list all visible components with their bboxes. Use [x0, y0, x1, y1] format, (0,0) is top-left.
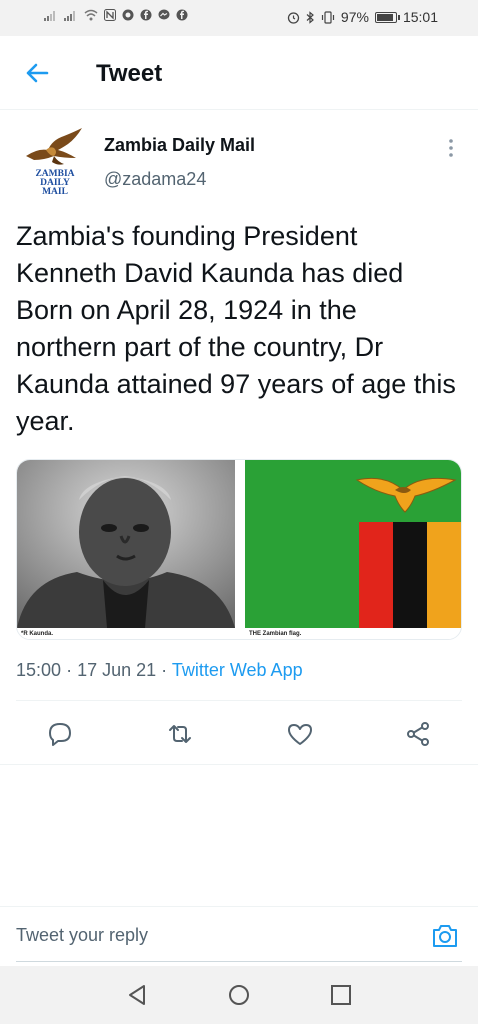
battery-percent: 97%: [340, 9, 369, 25]
home-circle-icon[interactable]: [226, 982, 252, 1008]
page-title: Tweet: [96, 60, 163, 87]
tweet-meta: 15:00 · 17 Jun 21 · Twitter Web App: [16, 660, 303, 681]
media-photo-portrait[interactable]: *R Kaunda.: [17, 460, 235, 639]
back-triangle-icon[interactable]: [124, 982, 150, 1008]
portrait-photo: [17, 460, 235, 628]
eagle-logo-icon: [26, 128, 82, 165]
media-caption: *R Kaunda.: [21, 631, 54, 637]
messenger-icon: [158, 9, 170, 20]
nfc-icon: [104, 9, 116, 21]
wifi-icon: [84, 9, 98, 21]
signal-icon: [64, 11, 75, 21]
system-nav-bar: [0, 966, 478, 1024]
tweet-source-link[interactable]: Twitter Web App: [172, 660, 303, 680]
signal-icon: [44, 11, 55, 21]
media-photo-flag[interactable]: THE Zambian flag.: [245, 460, 461, 639]
reply-input[interactable]: Tweet your reply: [16, 925, 396, 946]
meta-separator: ·: [66, 660, 73, 680]
zambia-flag-image: [245, 460, 461, 628]
like-icon[interactable]: [286, 720, 314, 748]
author-handle[interactable]: @zadama24: [104, 169, 206, 190]
bluetooth-icon: [306, 10, 314, 24]
alarm-icon: [287, 11, 300, 24]
battery-fill: [376, 13, 393, 21]
reply-icon[interactable]: [46, 720, 74, 748]
camera-icon[interactable]: [430, 921, 460, 951]
avatar-logo-text: ZAMBIA DAILY MAIL: [35, 169, 75, 197]
battery-icon: [374, 11, 400, 23]
avatar[interactable]: ZAMBIA DAILY MAIL: [24, 126, 86, 202]
author-display-name[interactable]: Zambia Daily Mail: [104, 135, 255, 156]
recents-square-icon[interactable]: [328, 982, 354, 1008]
divider: [0, 764, 478, 765]
app-icon: [122, 9, 134, 21]
status-bar: 97% 15:01: [0, 0, 478, 36]
more-vertical-icon[interactable]: [446, 138, 456, 158]
divider: [16, 700, 462, 701]
share-icon[interactable]: [404, 720, 432, 748]
status-icons-left: [44, 9, 188, 21]
facebook-icon: [140, 9, 152, 21]
arrow-left-icon[interactable]: [22, 58, 52, 88]
reply-bar: Tweet your reply: [0, 906, 478, 964]
status-time: 15:01: [402, 9, 438, 25]
vibrate-icon: [321, 10, 335, 24]
facebook-icon: [176, 9, 188, 21]
status-icons-right: 97% 15:01: [287, 9, 438, 25]
tweet-media[interactable]: *R Kaunda. THE Zambian flag.: [16, 459, 462, 640]
top-app-bar: Tweet: [0, 36, 478, 110]
retweet-icon[interactable]: [166, 720, 194, 748]
tweet-time: 15:00: [16, 660, 62, 680]
tweet-actions: [0, 712, 478, 756]
tweet-text: Zambia's founding President Kenneth Davi…: [16, 221, 456, 436]
media-caption: THE Zambian flag.: [249, 631, 302, 637]
reply-underline: [16, 961, 462, 962]
tweet-date: 17 Jun 21: [77, 660, 157, 680]
meta-separator: ·: [161, 660, 168, 680]
